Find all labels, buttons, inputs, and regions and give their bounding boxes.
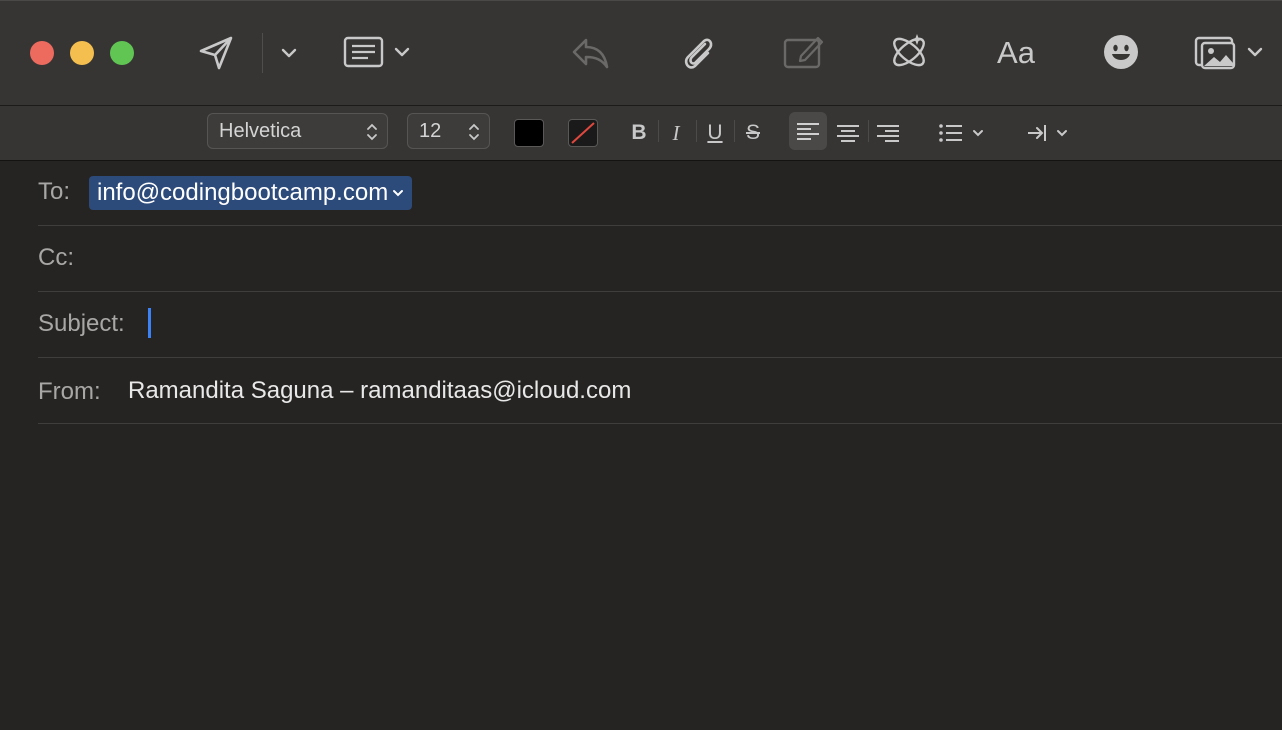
italic-button[interactable]: I [666,117,686,149]
stepper-icon [367,123,377,141]
align-left-button[interactable] [789,112,827,150]
cc-field-row[interactable]: Cc: [38,226,1282,292]
subject-field-row[interactable]: Subject: [38,292,1282,358]
font-family-value: Helvetica [219,119,302,142]
photo-browser-icon [1194,36,1263,70]
list-style-button[interactable] [938,117,986,149]
stepper-icon [469,123,479,141]
bullet-list-icon [939,124,983,142]
align-right-button[interactable] [874,117,902,149]
maximize-window-button[interactable] [110,41,134,65]
header-fields-button[interactable] [342,33,414,73]
format-bar: Helvetica 12 B I U S [0,106,1282,161]
compose-window: Aa Helvetica 12 B I U S To: info@codingb… [0,0,1282,730]
font-family-select[interactable]: Helvetica [207,113,388,149]
emoji-icon [1104,35,1138,69]
markup-button[interactable] [780,31,826,73]
format-separator [696,120,697,142]
align-right-icon [877,125,899,142]
chevron-down-icon [281,48,297,58]
strikethrough-button[interactable]: S [742,117,764,149]
markup-icon [783,36,824,69]
close-window-button[interactable] [30,41,54,65]
align-left-icon [797,123,819,140]
send-button[interactable] [194,31,238,75]
send-options-button[interactable] [278,43,300,63]
send-icon [199,36,233,70]
writing-tools-icon [893,34,925,67]
to-label: To: [38,178,71,205]
align-center-button[interactable] [834,117,862,149]
no-color-icon [571,122,595,144]
recipient-token[interactable]: info@codingbootcamp.com [89,176,413,210]
cc-label: Cc: [38,244,74,271]
bold-button[interactable]: B [628,117,650,149]
background-color-swatch[interactable] [568,119,598,147]
align-center-icon [837,125,859,142]
header-fields-icon [343,36,410,68]
font-size-value: 12 [419,119,442,142]
emoji-button[interactable] [1100,31,1142,73]
reply-button[interactable] [568,31,612,75]
font-size-select[interactable]: 12 [407,113,490,149]
from-account-value[interactable]: Ramandita Saguna – ramanditaas@icloud.co… [128,377,631,405]
format-button[interactable]: Aa [992,31,1040,75]
indent-button[interactable] [1026,117,1070,149]
writing-tools-button[interactable] [886,29,932,75]
toolbar-separator [262,33,263,73]
from-label: From: [38,378,101,405]
format-separator [658,120,659,142]
chevron-down-icon [393,190,404,197]
text-cursor [148,308,151,338]
attach-button[interactable] [676,29,718,75]
photo-browser-button[interactable] [1192,31,1266,75]
format-separator [868,120,869,142]
underline-button[interactable]: U [704,117,726,149]
reply-icon [572,38,609,69]
format-separator [734,120,735,142]
paperclip-icon [684,38,713,69]
indent-icon [1028,125,1067,141]
toolbar: Aa [0,0,1282,106]
message-body[interactable] [0,425,1282,730]
minimize-window-button[interactable] [70,41,94,65]
subject-label: Subject: [38,310,125,337]
text-color-swatch[interactable] [514,119,544,147]
recipient-address: info@codingbootcamp.com [97,179,389,206]
